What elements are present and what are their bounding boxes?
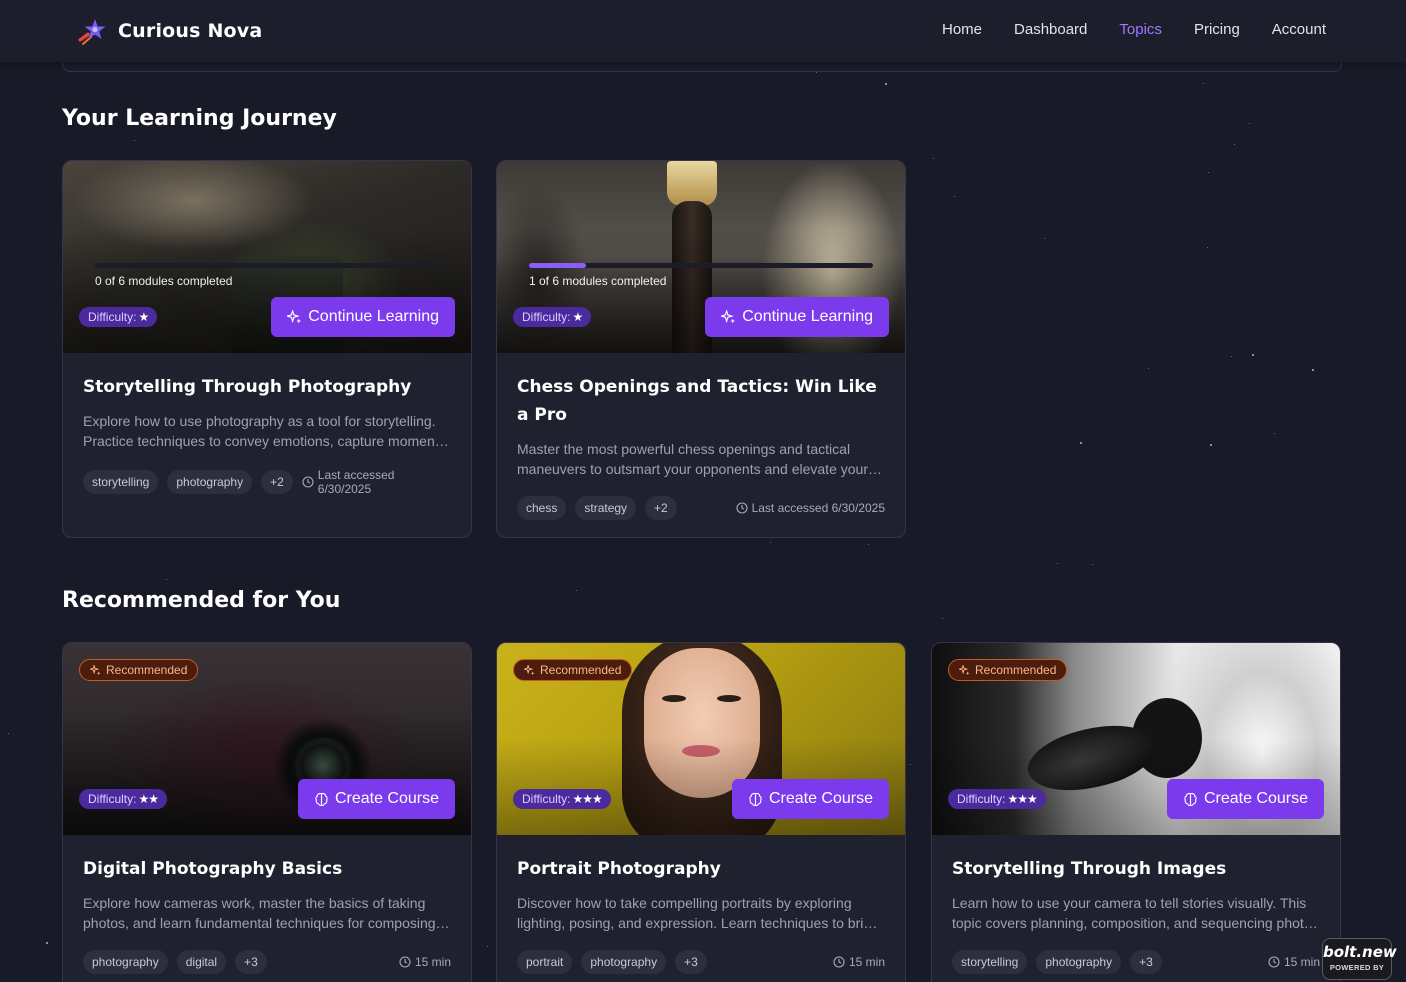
recommended-card[interactable]: Recommended Difficulty: ★★ Create Course…: [62, 642, 472, 982]
nova-star-logo-icon: [78, 19, 106, 45]
course-description: Master the most powerful chess openings …: [517, 441, 868, 477]
sparkles-icon: [721, 309, 736, 324]
brain-icon: [1184, 792, 1197, 806]
create-course-button[interactable]: Create Course: [1166, 779, 1324, 819]
clock-icon: [833, 956, 845, 968]
course-image: 1 of 6 modules completed Difficulty: ★ C…: [497, 161, 905, 353]
progress-text: 1 of 6 modules completed: [529, 274, 667, 288]
course-title: Chess Openings and Tactics: Win Like a P…: [517, 377, 877, 425]
tag-more: +2: [261, 470, 293, 494]
brand-name: Curious Nova: [118, 20, 263, 42]
tag-more: +3: [235, 950, 267, 974]
create-course-button[interactable]: Create Course: [297, 779, 455, 819]
clock-icon: [1268, 956, 1280, 968]
tag-more: +2: [645, 496, 677, 520]
course-image: 0 of 6 modules completed Difficulty: ★ C…: [63, 161, 471, 353]
tag: chess: [517, 496, 567, 520]
recommended-badge: Recommended: [79, 659, 199, 681]
course-image: Recommended Difficulty: ★★★ Create Cours…: [932, 643, 1340, 835]
tag: strategy: [575, 496, 637, 520]
last-accessed: Last accessed 6/30/2025: [302, 468, 451, 496]
nav-account[interactable]: Account: [1272, 21, 1326, 38]
recommended-badge: Recommended: [513, 659, 633, 681]
continue-learning-button[interactable]: Continue Learning: [705, 297, 889, 337]
course-description: Explore how cameras work, master the bas…: [83, 895, 436, 931]
tag-more: +3: [1130, 950, 1162, 974]
tag: storytelling: [952, 950, 1028, 974]
difficulty-stars: ★: [572, 310, 583, 324]
last-accessed: Last accessed 6/30/2025: [736, 501, 885, 515]
course-title: Digital Photography Basics: [83, 859, 343, 879]
nav-dashboard[interactable]: Dashboard: [1014, 21, 1087, 38]
recommended-section-title: Recommended for You: [62, 588, 341, 613]
recommended-card[interactable]: Recommended Difficulty: ★★★ Create Cours…: [496, 642, 906, 982]
course-title: Storytelling Through Photography: [83, 377, 412, 397]
nav-home[interactable]: Home: [942, 21, 982, 38]
clock-icon: [399, 956, 411, 968]
difficulty-badge: Difficulty: ★★★: [948, 789, 1046, 809]
course-description: Learn how to use your camera to tell sto…: [952, 895, 1319, 931]
progress-bar: [95, 263, 439, 268]
create-course-button[interactable]: Create Course: [731, 779, 889, 819]
difficulty-badge: Difficulty: ★★★: [513, 789, 611, 809]
tag: photography: [1036, 950, 1122, 974]
brand[interactable]: Curious Nova: [78, 16, 262, 46]
top-navigation-bar: Curious Nova Home Dashboard Topics Prici…: [0, 0, 1406, 62]
journey-card[interactable]: 0 of 6 modules completed Difficulty: ★ C…: [62, 160, 472, 538]
sparkles-icon: [90, 664, 101, 675]
journey-section-title: Your Learning Journey: [62, 106, 337, 131]
clock-icon: [302, 476, 314, 488]
progress-bar: [529, 263, 873, 268]
sparkles-icon: [959, 664, 970, 675]
sparkles-icon: [524, 664, 535, 675]
recommended-badge: Recommended: [948, 659, 1068, 681]
tag-more: +3: [675, 950, 707, 974]
clock-icon: [736, 502, 748, 514]
tag: digital: [176, 950, 227, 974]
brain-icon: [315, 792, 328, 806]
bolt-caption: POWERED BY: [1329, 963, 1385, 972]
progress-text: 0 of 6 modules completed: [95, 274, 233, 288]
course-image: Recommended Difficulty: ★★ Create Course: [63, 643, 471, 835]
tag: storytelling: [83, 470, 159, 494]
main-nav: Home Dashboard Topics Pricing Account: [942, 21, 1326, 38]
sparkles-icon: [287, 309, 302, 324]
nav-topics[interactable]: Topics: [1119, 21, 1162, 38]
course-title: Storytelling Through Images: [952, 859, 1227, 879]
difficulty-stars: ★: [138, 310, 149, 324]
difficulty-badge: Difficulty: ★: [513, 307, 592, 327]
continue-learning-button[interactable]: Continue Learning: [271, 297, 455, 337]
difficulty-badge: Difficulty: ★★: [79, 789, 167, 809]
course-title: Portrait Photography: [517, 859, 721, 879]
tag: portrait: [517, 950, 573, 974]
difficulty-stars: ★★★: [572, 792, 602, 806]
journey-card[interactable]: 1 of 6 modules completed Difficulty: ★ C…: [496, 160, 906, 538]
course-description: Discover how to take compelling portrait…: [517, 895, 879, 931]
brain-icon: [749, 792, 762, 806]
bolt-logo: bolt.new: [1323, 943, 1397, 961]
duration: 15 min: [1268, 955, 1320, 969]
duration: 15 min: [833, 955, 885, 969]
tag: photography: [581, 950, 667, 974]
course-description: Explore how to use photography as a tool…: [83, 413, 450, 449]
difficulty-stars: ★★★: [1007, 792, 1037, 806]
duration: 15 min: [399, 955, 451, 969]
tag: photography: [167, 470, 253, 494]
powered-by-bolt-badge[interactable]: bolt.new POWERED BY: [1322, 938, 1397, 980]
course-image: Recommended Difficulty: ★★★ Create Cours…: [497, 643, 905, 835]
nav-pricing[interactable]: Pricing: [1194, 21, 1240, 38]
recommended-card[interactable]: Recommended Difficulty: ★★★ Create Cours…: [931, 642, 1341, 982]
tag: photography: [83, 950, 168, 974]
difficulty-stars: ★★: [138, 792, 158, 806]
difficulty-badge: Difficulty: ★: [79, 307, 158, 327]
